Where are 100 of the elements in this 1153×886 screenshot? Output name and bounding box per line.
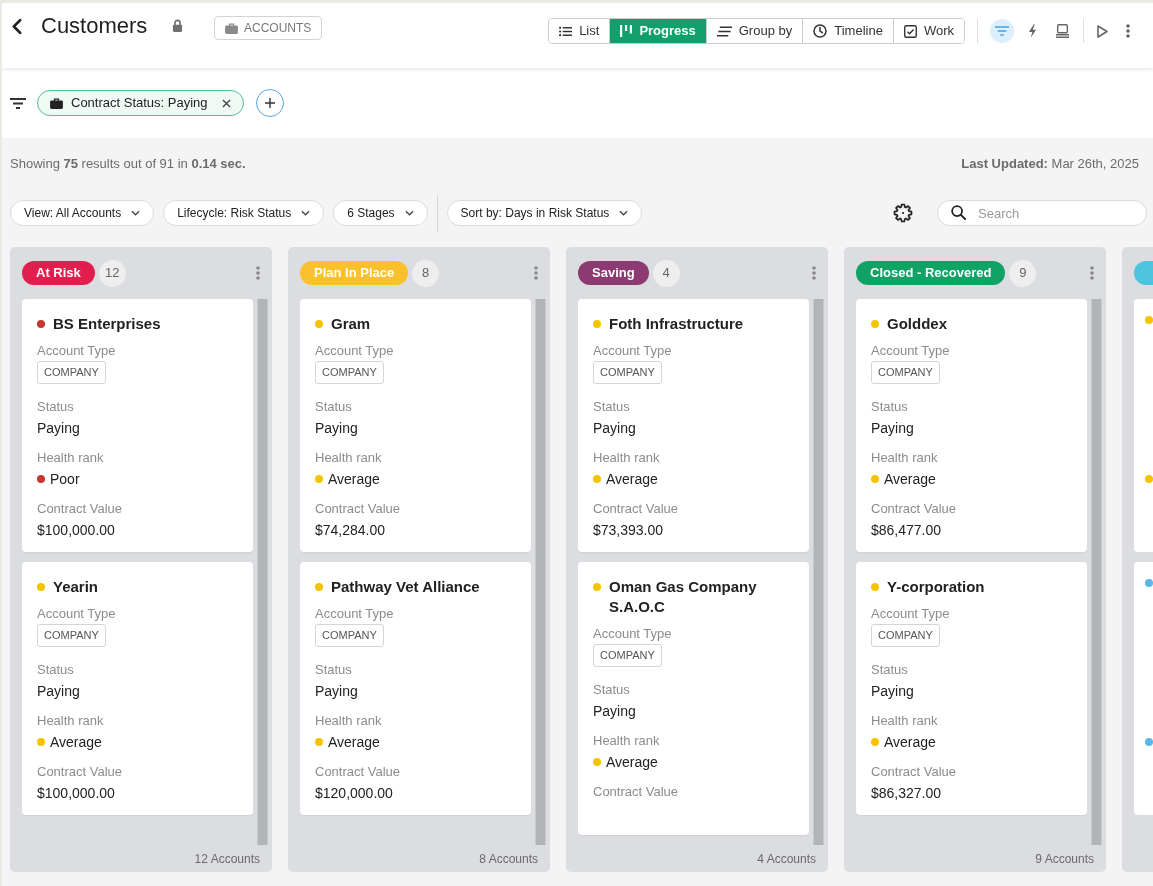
last-updated: Last Updated: Mar 26th, 2025	[961, 156, 1139, 172]
field-value: Paying	[871, 682, 914, 701]
field-label: Health rank	[37, 712, 104, 730]
dropdown-button[interactable]: 6 Stages	[333, 200, 428, 226]
field-label: Status	[871, 398, 908, 416]
field-label: Account Type	[37, 605, 116, 623]
more-icon[interactable]	[534, 266, 538, 280]
more-icon[interactable]	[1126, 24, 1130, 38]
results-summary: Showing 75 results out of 91 in 0.14 sec.	[10, 156, 246, 172]
chevron-down-icon	[404, 210, 414, 216]
field-label: Health rank	[593, 732, 660, 750]
play-icon[interactable]	[1096, 24, 1108, 38]
account-name: Yearin	[53, 577, 99, 597]
field-label: Health rank	[871, 712, 938, 730]
lightning-icon[interactable]	[1027, 24, 1037, 38]
field-label: Account Type	[871, 342, 950, 360]
search-icon	[951, 205, 966, 220]
dropdown-button[interactable]: Sort by: Days in Risk Status	[446, 200, 643, 226]
account-card[interactable]: Golddex Account Type COMPANY Status Paying Health rank Average Contract Value $86,477.00	[856, 299, 1087, 552]
count-badge: 9	[1009, 259, 1037, 287]
account-name: Gram	[331, 314, 371, 334]
field-value: $73,393.00	[593, 521, 664, 540]
field-value: Paying	[593, 419, 636, 438]
account-count: 4 Accounts	[757, 850, 816, 868]
field-label: Health rank	[871, 449, 938, 467]
scrollbar[interactable]	[535, 299, 546, 845]
dropdown-button[interactable]: Lifecycle: Risk Status	[163, 200, 325, 226]
account-card[interactable]: Yearin Account Type COMPANY Status Paying Health rank Average Contract Value $100,000.00	[22, 562, 253, 815]
field-value: Paying	[871, 419, 914, 438]
chevron-down-icon	[301, 210, 311, 216]
stage-badge: At Risk	[22, 261, 95, 285]
account-count: 12 Accounts	[194, 850, 260, 868]
field-label: Health rank	[593, 449, 660, 467]
chevron-down-icon	[131, 210, 141, 216]
back-icon[interactable]	[11, 18, 23, 35]
stage-badge: Closed - Recovered	[856, 261, 1006, 285]
account-card[interactable]: Foth Infrastructure Account Type COMPANY Status Paying Health rank Average Contract Value $73,393.00	[578, 299, 809, 552]
account-card[interactable]: Y-corporation Account Type COMPANY Status Paying Health rank Average Contract Value $86,327.00	[856, 562, 1087, 815]
field-label: Contract Value	[593, 783, 679, 801]
field-value: Paying	[593, 702, 636, 721]
field-value: $86,327.00	[871, 784, 942, 803]
field-label: Status	[37, 398, 74, 416]
field-label: Contract Value	[315, 500, 401, 518]
account-name: Golddex	[887, 314, 947, 334]
account-type-tag: COMPANY	[315, 361, 384, 384]
briefcase-icon	[50, 97, 63, 109]
filter-chip[interactable]: Contract Status: Paying	[37, 90, 244, 116]
dropdown-button[interactable]: View: All Accounts	[10, 200, 155, 226]
stage-badge: Saving	[578, 261, 649, 285]
field-label: Status	[593, 398, 630, 416]
field-label: Contract Value	[593, 500, 679, 518]
plus-icon	[264, 98, 275, 108]
account-name: Pathway Vet Alliance	[331, 577, 480, 597]
add-filter-button[interactable]	[255, 89, 284, 117]
account-card[interactable]: Pathway Vet Alliance Account Type COMPANY Status Paying Health rank Average Contract Value $120,000.00	[300, 562, 531, 815]
lines-icon	[716, 25, 732, 37]
field-value: $120,000.00	[315, 784, 393, 803]
view-tab[interactable]: Work	[892, 19, 964, 43]
search-field[interactable]: Search	[937, 200, 1147, 226]
chevron-down-icon	[619, 210, 629, 216]
account-type-tag: COMPANY	[37, 624, 106, 647]
field-label: Contract Value	[871, 763, 957, 781]
scrollbar[interactable]	[1091, 299, 1102, 845]
page-title: Customers	[41, 13, 149, 39]
count-badge: 8	[412, 259, 440, 287]
settings-icon[interactable]	[893, 203, 913, 223]
field-label: Account Type	[37, 342, 116, 360]
field-label: Health rank	[315, 712, 382, 730]
account-count: 8 Accounts	[479, 850, 538, 868]
object-type-button[interactable]: ACCOUNTS	[214, 16, 323, 40]
field-value: Average	[328, 733, 380, 752]
field-label: Status	[315, 398, 352, 416]
field-label: Contract Value	[871, 500, 957, 518]
field-value: Paying	[315, 682, 358, 701]
account-type-tag: COMPANY	[871, 624, 940, 647]
close-icon[interactable]	[221, 98, 231, 108]
account-type-tag: COMPANY	[315, 624, 384, 647]
more-icon[interactable]	[256, 266, 260, 280]
account-card[interactable]	[1134, 562, 1153, 815]
account-type-tag: COMPANY	[37, 361, 106, 384]
account-card[interactable]	[1134, 299, 1153, 552]
monitor-icon[interactable]	[1055, 24, 1069, 38]
scrollbar[interactable]	[257, 299, 268, 845]
account-type-tag: COMPANY	[871, 361, 940, 384]
filter-icon[interactable]	[10, 97, 26, 109]
field-label: Status	[593, 681, 630, 699]
field-value: $74,284.00	[315, 521, 386, 540]
clock-icon	[813, 24, 828, 38]
more-icon[interactable]	[1090, 266, 1094, 280]
more-icon[interactable]	[812, 266, 816, 280]
field-label: Account Type	[593, 342, 672, 360]
field-label: Account Type	[871, 605, 950, 623]
account-card[interactable]: Gram Account Type COMPANY Status Paying Health rank Average Contract Value $74,284.00	[300, 299, 531, 552]
account-card[interactable]: BS Enterprises Account Type COMPANY Status Paying Health rank Poor Contract Value $100,000.00	[22, 299, 253, 552]
scrollbar[interactable]	[813, 299, 824, 845]
field-value: Average	[884, 470, 936, 489]
field-value: Paying	[37, 419, 80, 438]
account-card[interactable]: Oman Gas Company S.A.O.C Account Type COMPANY Status Paying Health rank Average Contract Value	[578, 562, 809, 835]
field-value: $100,000.00	[37, 784, 115, 803]
count-badge: 4	[652, 259, 680, 287]
